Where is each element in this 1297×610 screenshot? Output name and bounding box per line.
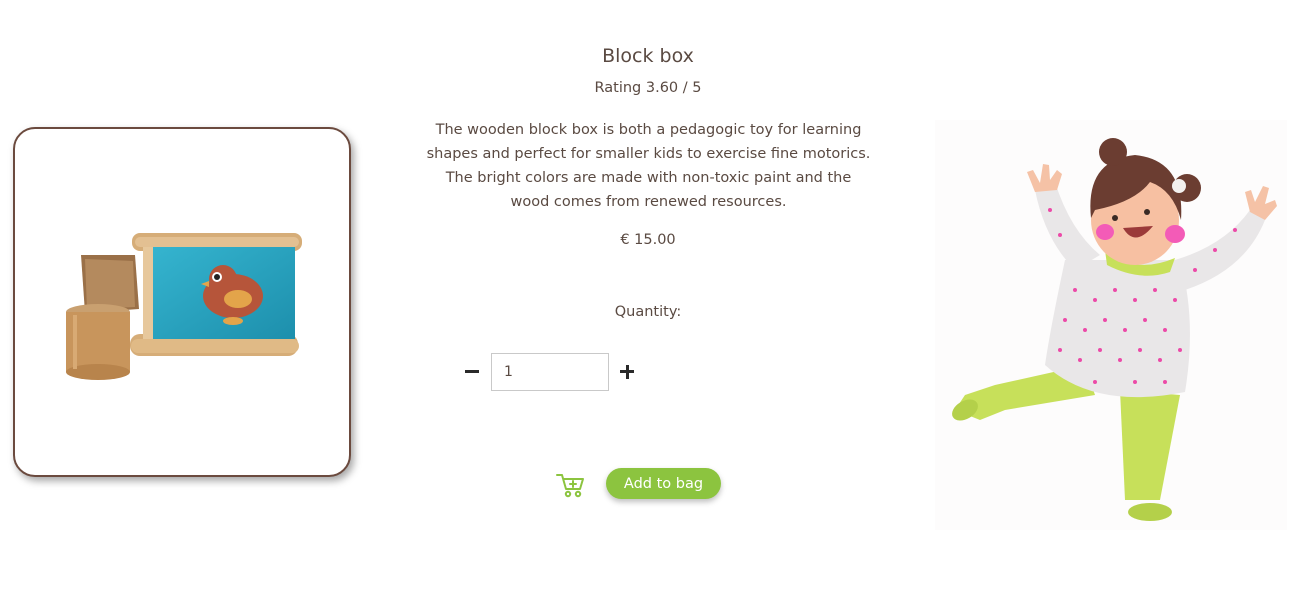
product-photo (66, 233, 302, 380)
rating-separator: / (682, 80, 688, 96)
happy-child-illustration (935, 120, 1287, 530)
minus-icon[interactable] (460, 360, 484, 384)
product-image-card (13, 127, 351, 477)
cart-add-icon[interactable] (556, 472, 586, 498)
rating-label: Rating (594, 80, 642, 96)
rating-value: 3.60 (645, 80, 679, 96)
rating-max: 5 (692, 80, 702, 96)
product-title: Block box (602, 45, 694, 67)
product-page: Block box Rating 3.60 / 5 The wooden blo… (0, 0, 1297, 610)
product-price: € 15.00 (620, 232, 676, 248)
add-to-bag-button[interactable]: Add to bag (606, 468, 721, 499)
product-description: The wooden block box is both a pedagogic… (426, 122, 871, 210)
product-rating: Rating 3.60 / 5 (418, 80, 878, 96)
quantity-input[interactable] (491, 353, 609, 391)
quantity-label: Quantity: (614, 304, 682, 320)
plus-icon[interactable] (615, 360, 639, 384)
